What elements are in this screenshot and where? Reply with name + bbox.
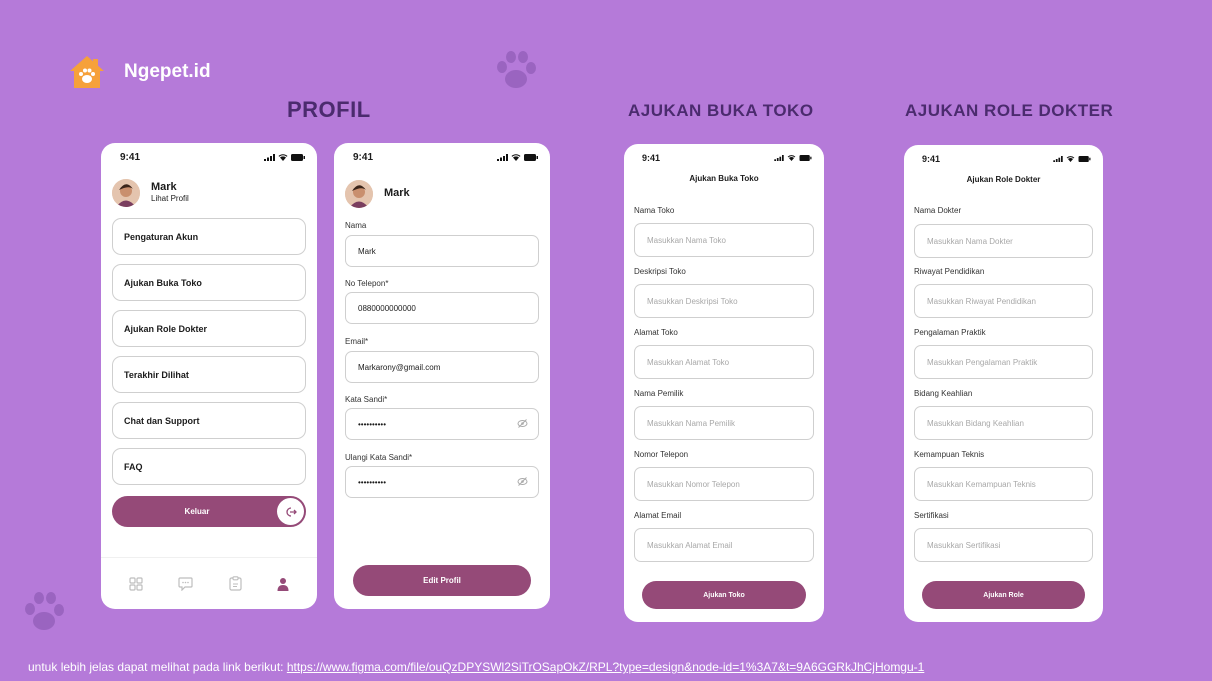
phone-edit-profile: 9:41 Mark Nama Mark No Telepon* 08800000… — [334, 143, 550, 609]
field-label-nomor-telepon: Nomor Telepon — [634, 450, 689, 459]
view-profile-link[interactable]: Lihat Profil — [151, 194, 189, 203]
avatar — [112, 179, 140, 207]
expertise-input[interactable]: Masukkan Bidang Keahlian — [914, 406, 1093, 440]
field-label-nama-dokter: Nama Dokter — [914, 206, 962, 215]
page-title: Ajukan Role Dokter — [966, 175, 1041, 184]
field-label-pengalaman-praktik: Pengalaman Praktik — [914, 328, 986, 337]
email-field[interactable]: Markarony@gmail.com — [345, 351, 539, 383]
logout-button[interactable]: Keluar — [112, 496, 306, 527]
footer-note: untuk lebih jelas dapat melihat pada lin… — [28, 660, 924, 674]
wifi-icon — [787, 155, 796, 161]
menu-item-pengaturan-akun[interactable]: Pengaturan Akun — [112, 218, 306, 255]
status-time: 9:41 — [922, 154, 941, 164]
owner-name-input[interactable]: Masukkan Nama Pemilik — [634, 406, 814, 440]
email-address-input[interactable]: Masukkan Alamat Email — [634, 528, 814, 562]
phone-number-input[interactable]: Masukkan Nomor Telepon — [634, 467, 814, 501]
battery-icon — [524, 153, 538, 161]
technical-skills-input[interactable]: Masukkan Kemampuan Teknis — [914, 467, 1093, 501]
status-time: 9:41 — [120, 151, 141, 163]
heading-buka-toko: AJUKAN BUKA TOKO — [628, 101, 814, 120]
status-bar: 9:41 — [904, 147, 1103, 171]
signal-icon — [497, 153, 508, 161]
field-label-email: Email* — [345, 337, 369, 346]
user-name: Mark — [384, 187, 410, 199]
doctor-name-input[interactable]: Masukkan Nama Dokter — [914, 224, 1093, 258]
page-title: Ajukan Buka Toko — [689, 174, 759, 183]
field-label-bidang-keahlian: Bidang Keahlian — [914, 389, 973, 398]
battery-icon — [1078, 156, 1091, 162]
logout-label: Keluar — [184, 507, 210, 516]
signal-icon — [774, 155, 784, 161]
field-label-alamat-email: Alamat Email — [634, 511, 682, 520]
phone-role-dokter: 9:41 Ajukan Role Dokter Nama Dokter Masu… — [904, 145, 1103, 622]
chat-icon[interactable] — [178, 576, 193, 591]
field-label-nama: Nama — [345, 221, 367, 230]
menu-item-ajukan-role-dokter[interactable]: Ajukan Role Dokter — [112, 310, 306, 347]
grid-icon[interactable] — [129, 576, 143, 591]
logout-icon — [277, 498, 304, 525]
status-time: 9:41 — [642, 153, 661, 163]
experience-input[interactable]: Masukkan Pengalaman Praktik — [914, 345, 1093, 379]
menu-item-terakhir-dilihat[interactable]: Terakhir Dilihat — [112, 356, 306, 393]
certification-input[interactable]: Masukkan Sertifikasi — [914, 528, 1093, 562]
user-icon[interactable] — [277, 577, 289, 591]
bottom-nav — [101, 557, 317, 609]
figma-link[interactable]: https://www.figma.com/file/ouQzDPYSWl2Si… — [287, 660, 925, 674]
field-label-alamat-toko: Alamat Toko — [634, 328, 678, 337]
phone-field[interactable]: 0880000000000 — [345, 292, 539, 324]
signal-icon — [264, 153, 275, 161]
submit-store-button[interactable]: Ajukan Toko — [642, 581, 806, 609]
signal-icon — [1053, 156, 1063, 162]
password-value: •••••••••• — [358, 419, 387, 429]
education-input[interactable]: Masukkan Riwayat Pendidikan — [914, 284, 1093, 318]
eye-off-icon[interactable] — [517, 476, 528, 487]
phone-buka-toko: 9:41 Ajukan Buka Toko Nama Toko Masukkan… — [624, 144, 824, 622]
user-name: Mark — [151, 181, 177, 193]
heading-profil: PROFIL — [287, 97, 371, 122]
brand: Ngepet.id — [68, 54, 211, 90]
menu-item-faq[interactable]: FAQ — [112, 448, 306, 485]
clipboard-icon[interactable] — [229, 576, 242, 591]
store-description-input[interactable]: Masukkan Deskripsi Toko — [634, 284, 814, 318]
heading-role-dokter: AJUKAN ROLE DOKTER — [905, 101, 1114, 120]
store-name-input[interactable]: Masukkan Nama Toko — [634, 223, 814, 257]
password-field[interactable]: •••••••••• — [345, 408, 539, 440]
menu-item-ajukan-buka-toko[interactable]: Ajukan Buka Toko — [112, 264, 306, 301]
field-label-deskripsi-toko: Deskripsi Toko — [634, 267, 686, 276]
footer-text: untuk lebih jelas dapat melihat pada lin… — [28, 660, 287, 674]
avatar — [345, 180, 373, 208]
status-bar: 9:41 — [624, 146, 824, 170]
wifi-icon — [278, 153, 288, 161]
field-label-riwayat-pendidikan: Riwayat Pendidikan — [914, 267, 985, 276]
submit-role-button[interactable]: Ajukan Role — [922, 581, 1085, 609]
phone-profile-menu: 9:41 Mark Lihat Profil Pengaturan Akun A… — [101, 143, 317, 609]
menu-item-chat-support[interactable]: Chat dan Support — [112, 402, 306, 439]
edit-profile-button[interactable]: Edit Profil — [353, 565, 531, 596]
battery-icon — [799, 155, 812, 161]
store-address-input[interactable]: Masukkan Alamat Toko — [634, 345, 814, 379]
paw-print-icon — [497, 51, 536, 88]
name-field[interactable]: Mark — [345, 235, 539, 267]
field-label-password: Kata Sandi* — [345, 395, 388, 404]
field-label-sertifikasi: Sertifikasi — [914, 511, 949, 520]
field-label-nama-pemilik: Nama Pemilik — [634, 389, 684, 398]
field-label-nama-toko: Nama Toko — [634, 206, 675, 215]
wifi-icon — [1066, 156, 1075, 162]
wifi-icon — [511, 153, 521, 161]
confirm-password-value: •••••••••• — [358, 477, 387, 487]
status-bar: 9:41 — [334, 145, 550, 169]
brand-name: Ngepet.id — [124, 61, 211, 82]
paw-print-icon — [25, 592, 64, 630]
field-label-confirm-password: Ulangi Kata Sandi* — [345, 453, 413, 462]
battery-icon — [291, 153, 305, 161]
field-label-kemampuan-teknis: Kemampuan Teknis — [914, 450, 985, 459]
house-paw-logo-icon — [70, 56, 104, 88]
confirm-password-field[interactable]: •••••••••• — [345, 466, 539, 498]
status-bar: 9:41 — [101, 145, 317, 169]
status-time: 9:41 — [353, 151, 374, 163]
field-label-telepon: No Telepon* — [345, 279, 389, 288]
eye-off-icon[interactable] — [517, 418, 528, 429]
